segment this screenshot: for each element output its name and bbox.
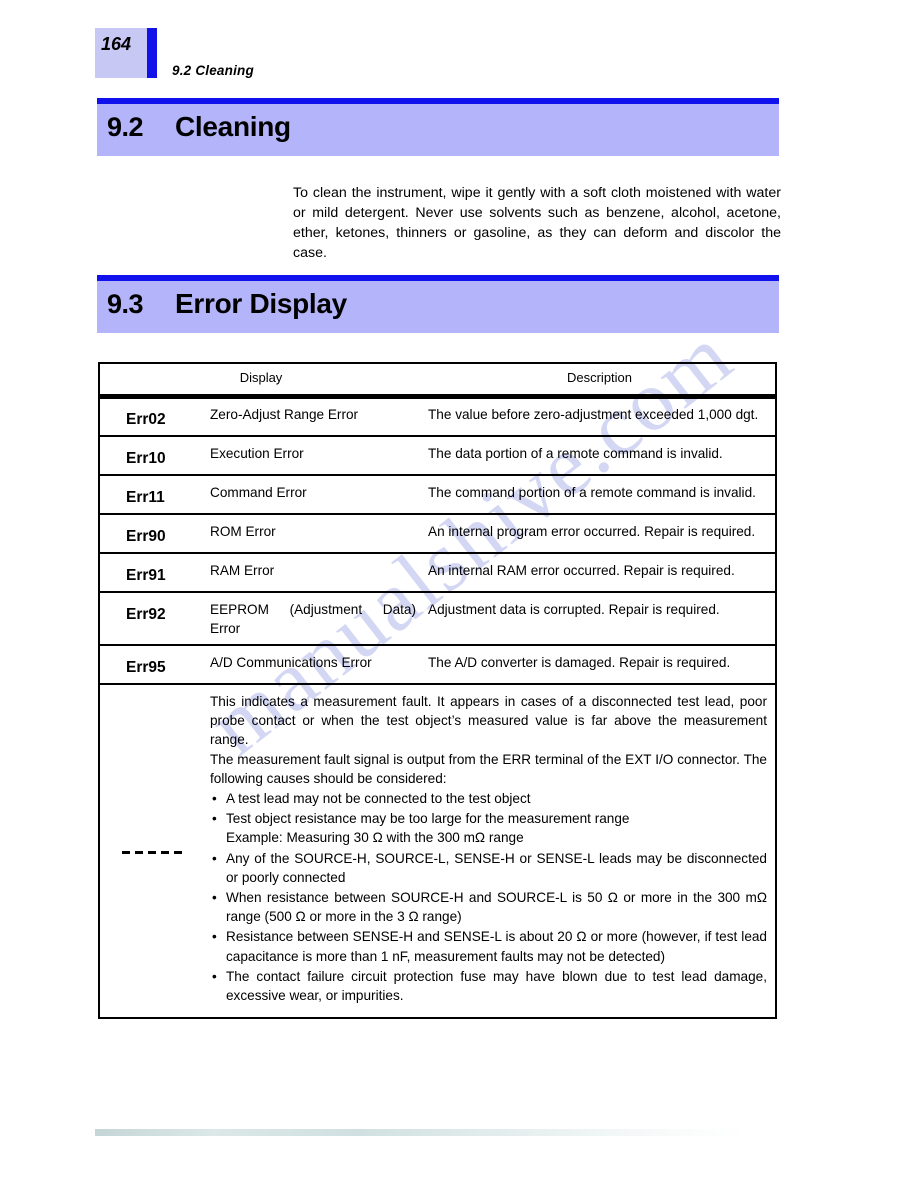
- section-title: Cleaning: [175, 111, 291, 142]
- dashed-display-icon: [122, 851, 182, 854]
- error-name: Command Error: [210, 485, 307, 500]
- error-code: Err95: [126, 659, 166, 676]
- error-description: An internal program error occurred. Repa…: [428, 524, 756, 539]
- error-code: Err92: [126, 606, 166, 623]
- section-number: 9.3: [107, 289, 144, 319]
- bullet-icon: •: [212, 791, 217, 807]
- list-item: • Any of the SOURCE-H, SOURCE-L, SENSE-H…: [210, 849, 767, 887]
- scan-artifact-line: [95, 1129, 747, 1136]
- error-name: A/D Communications Error: [210, 655, 372, 670]
- error-description: The data portion of a remote command is …: [428, 446, 723, 461]
- list-item: • Test object resistance may be too larg…: [210, 809, 767, 847]
- list-item: • When resistance between SOURCE-H and S…: [210, 888, 767, 926]
- error-description: An internal RAM error occurred. Repair i…: [428, 563, 735, 578]
- list-item-subtext: Example: Measuring 30 Ω with the 300 mΩ …: [226, 830, 524, 846]
- error-description: The A/D converter is damaged. Repair is …: [428, 655, 731, 670]
- list-item-text: Any of the SOURCE-H, SOURCE-L, SENSE-H o…: [226, 850, 767, 885]
- error-description: The value before zero-adjustment exceede…: [428, 407, 759, 422]
- bullet-icon: •: [212, 929, 217, 945]
- page-number-accent-bar: [147, 28, 157, 78]
- fault-display-cell: [100, 685, 208, 1017]
- section-heading-9-2: 9.2 Cleaning: [97, 98, 779, 156]
- bullet-icon: •: [212, 968, 217, 984]
- section-title: Error Display: [175, 288, 347, 319]
- error-name: Zero-Adjust Range Error: [210, 407, 359, 422]
- list-item-text: A test lead may not be connected to the …: [226, 791, 531, 807]
- fault-description-cell: This indicates a measurement fault. It a…: [208, 685, 775, 1017]
- error-name: ROM Error: [210, 524, 276, 539]
- section-number: 9.2: [107, 112, 144, 142]
- cleaning-paragraph: To clean the instrument, wipe it gently …: [293, 185, 781, 261]
- table-row: Err11 Command Error The command portion …: [100, 474, 775, 513]
- table-row: Err10 Execution Error The data portion o…: [100, 435, 775, 474]
- list-item: • Resistance between SENSE-H and SENSE-L…: [210, 927, 767, 965]
- bullet-icon: •: [212, 890, 217, 906]
- table-row: Err91 RAM Error An internal RAM error oc…: [100, 552, 775, 591]
- bullet-icon: •: [212, 811, 217, 827]
- error-name: EEPROM (Adjustment Data) Error: [210, 602, 416, 636]
- list-item-text: Test object resistance may be too large …: [226, 811, 630, 827]
- table-row-measurement-fault: This indicates a measurement fault. It a…: [100, 683, 775, 1017]
- error-code: Err02: [126, 411, 166, 428]
- list-item-text: Resistance between SENSE-H and SENSE-L i…: [226, 929, 767, 964]
- error-code: Err10: [126, 450, 166, 467]
- table-header-row: Display Description: [100, 364, 775, 399]
- error-code: Err91: [126, 567, 166, 584]
- error-description: The command portion of a remote command …: [428, 485, 756, 500]
- fault-cause-list: • A test lead may not be connected to th…: [210, 789, 767, 1005]
- error-code: Err90: [126, 528, 166, 545]
- running-header: 9.2 Cleaning: [172, 63, 254, 78]
- list-item-text: When resistance between SOURCE-H and SOU…: [226, 890, 767, 925]
- error-description: Adjustment data is corrupted. Repair is …: [428, 602, 720, 617]
- table-row: Err95 A/D Communications Error The A/D c…: [100, 644, 775, 683]
- bullet-icon: •: [212, 850, 217, 866]
- column-header-description: Description: [566, 370, 633, 385]
- page-number: 164: [101, 34, 132, 54]
- list-item: • A test lead may not be connected to th…: [210, 789, 767, 808]
- fault-paragraph-1: This indicates a measurement fault. It a…: [210, 694, 767, 748]
- error-name: Execution Error: [210, 446, 304, 461]
- error-name: RAM Error: [210, 563, 275, 578]
- table-row: Err90 ROM Error An internal program erro…: [100, 513, 775, 552]
- table-row: Err02 Zero-Adjust Range Error The value …: [100, 396, 775, 435]
- section-heading-9-3: 9.3 Error Display: [97, 275, 779, 333]
- page-header: 164 9.2 Cleaning: [0, 0, 918, 92]
- fault-paragraph-2: The measurement fault signal is output f…: [210, 751, 767, 786]
- table-row: Err92 EEPROM (Adjustment Data) Error Adj…: [100, 591, 775, 644]
- list-item-text: The contact failure circuit protection f…: [226, 968, 767, 1004]
- error-display-table: Display Description Err02 Zero-Adjust Ra…: [98, 362, 777, 1020]
- list-item: • The contact failure circuit protection…: [210, 967, 767, 1005]
- column-header-display: Display: [239, 370, 283, 385]
- error-code: Err11: [126, 489, 165, 506]
